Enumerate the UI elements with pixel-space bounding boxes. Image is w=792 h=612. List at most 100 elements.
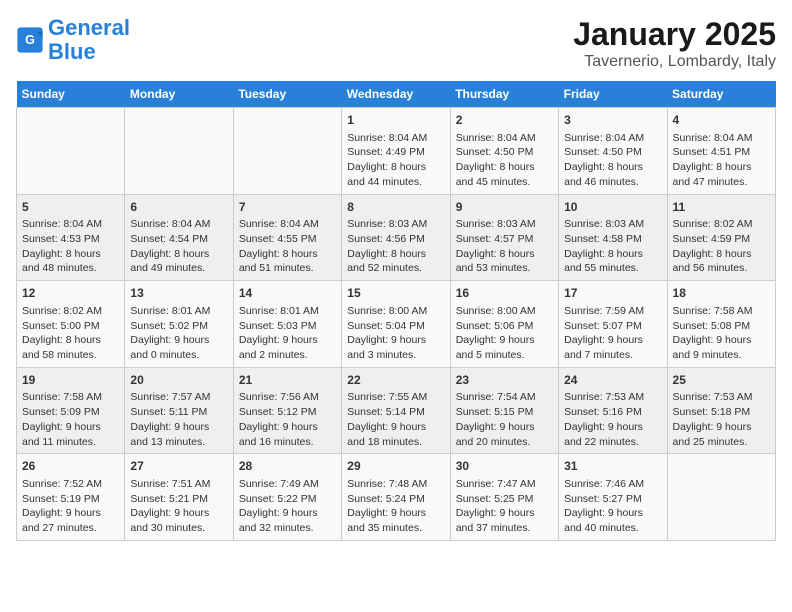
day-info: Sunset: 5:16 PM <box>564 405 661 420</box>
day-number: 7 <box>239 199 336 216</box>
day-info: Daylight: 8 hours and 51 minutes. <box>239 247 336 276</box>
day-info: Daylight: 8 hours and 53 minutes. <box>456 247 553 276</box>
calendar-cell <box>667 454 775 541</box>
calendar-cell: 18Sunrise: 7:58 AMSunset: 5:08 PMDayligh… <box>667 281 775 368</box>
day-info: Daylight: 9 hours and 32 minutes. <box>239 506 336 535</box>
day-info: Sunrise: 7:51 AM <box>130 477 227 492</box>
weekday-header-sunday: Sunday <box>17 81 125 108</box>
calendar-cell: 7Sunrise: 8:04 AMSunset: 4:55 PMDaylight… <box>233 194 341 281</box>
day-info: Sunset: 4:57 PM <box>456 232 553 247</box>
day-info: Daylight: 9 hours and 2 minutes. <box>239 333 336 362</box>
day-info: Sunset: 4:54 PM <box>130 232 227 247</box>
day-number: 21 <box>239 372 336 389</box>
day-info: Daylight: 9 hours and 9 minutes. <box>673 333 770 362</box>
day-info: Daylight: 9 hours and 22 minutes. <box>564 420 661 449</box>
calendar-cell: 10Sunrise: 8:03 AMSunset: 4:58 PMDayligh… <box>559 194 667 281</box>
day-number: 27 <box>130 458 227 475</box>
day-number: 4 <box>673 112 770 129</box>
day-info: Daylight: 9 hours and 11 minutes. <box>22 420 119 449</box>
day-info: Sunset: 5:09 PM <box>22 405 119 420</box>
calendar-cell <box>17 108 125 195</box>
day-info: Sunrise: 7:54 AM <box>456 390 553 405</box>
day-number: 20 <box>130 372 227 389</box>
day-info: Daylight: 9 hours and 7 minutes. <box>564 333 661 362</box>
day-info: Sunrise: 7:49 AM <box>239 477 336 492</box>
day-number: 14 <box>239 285 336 302</box>
day-info: Sunrise: 7:56 AM <box>239 390 336 405</box>
day-info: Daylight: 8 hours and 44 minutes. <box>347 160 444 189</box>
day-info: Daylight: 8 hours and 48 minutes. <box>22 247 119 276</box>
day-info: Sunrise: 8:04 AM <box>347 131 444 146</box>
day-number: 12 <box>22 285 119 302</box>
day-info: Daylight: 9 hours and 16 minutes. <box>239 420 336 449</box>
day-info: Sunrise: 8:00 AM <box>456 304 553 319</box>
day-info: Sunrise: 7:58 AM <box>22 390 119 405</box>
day-info: Sunrise: 8:03 AM <box>347 217 444 232</box>
day-info: Sunset: 4:59 PM <box>673 232 770 247</box>
day-info: Sunset: 5:04 PM <box>347 319 444 334</box>
day-info: Sunset: 5:21 PM <box>130 492 227 507</box>
day-number: 1 <box>347 112 444 129</box>
day-number: 19 <box>22 372 119 389</box>
day-info: Sunrise: 7:46 AM <box>564 477 661 492</box>
calendar-week-row: 26 Sunrise: 7:52 AMSunset: 5:19 PM Dayligh… <box>17 454 776 541</box>
title-area: January 2025 Tavernerio, Lombardy, Italy <box>573 16 776 71</box>
day-info: Daylight: 9 hours and 37 minutes. <box>456 506 553 535</box>
day-info: Sunset: 4:51 PM <box>673 145 770 160</box>
day-info: Sunrise: 8:04 AM <box>130 217 227 232</box>
day-info: Daylight: 8 hours and 58 minutes. <box>22 333 119 362</box>
day-info: Daylight: 8 hours and 49 minutes. <box>130 247 227 276</box>
day-info: Sunrise: 7:52 AM <box>22 477 119 492</box>
calendar-week-row: 5Sunrise: 8:04 AMSunset: 4:53 PMDaylight… <box>17 194 776 281</box>
day-info: Sunset: 5:12 PM <box>239 405 336 420</box>
calendar-cell: 11Sunrise: 8:02 AMSunset: 4:59 PMDayligh… <box>667 194 775 281</box>
calendar-cell: 15Sunrise: 8:00 AMSunset: 5:04 PMDayligh… <box>342 281 450 368</box>
day-info: Sunset: 4:56 PM <box>347 232 444 247</box>
day-info: Sunrise: 8:04 AM <box>456 131 553 146</box>
day-number: 10 <box>564 199 661 216</box>
calendar-cell: 20Sunrise: 7:57 AMSunset: 5:11 PMDayligh… <box>125 367 233 454</box>
calendar-cell: 5Sunrise: 8:04 AMSunset: 4:53 PMDaylight… <box>17 194 125 281</box>
weekday-header-saturday: Saturday <box>667 81 775 108</box>
weekday-header-wednesday: Wednesday <box>342 81 450 108</box>
calendar-cell: 25Sunrise: 7:53 AMSunset: 5:18 PMDayligh… <box>667 367 775 454</box>
calendar-cell <box>125 108 233 195</box>
day-number: 28 <box>239 458 336 475</box>
calendar-cell: 30Sunrise: 7:47 AMSunset: 5:25 PMDayligh… <box>450 454 558 541</box>
logo: G General Blue <box>16 16 130 64</box>
calendar-cell <box>233 108 341 195</box>
calendar-cell: 12 Sunrise: 8:02 AMSunset: 5:00 PMDayligh… <box>17 281 125 368</box>
day-info: Sunset: 4:50 PM <box>564 145 661 160</box>
day-info: Sunrise: 7:57 AM <box>130 390 227 405</box>
day-info: Sunrise: 8:04 AM <box>239 217 336 232</box>
day-info: Sunset: 5:18 PM <box>673 405 770 420</box>
day-info: Sunset: 5:00 PM <box>22 319 119 334</box>
svg-text:G: G <box>25 33 35 47</box>
day-info: Sunset: 5:03 PM <box>239 319 336 334</box>
day-info: Sunrise: 8:04 AM <box>673 131 770 146</box>
calendar-cell: 19Sunrise: 7:58 AMSunset: 5:09 PMDayligh… <box>17 367 125 454</box>
calendar-cell: 28 Sunrise: 7:49 AMSunset: 5:22 PMDayligh… <box>233 454 341 541</box>
day-info: Sunset: 5:08 PM <box>673 319 770 334</box>
day-info: Sunrise: 8:04 AM <box>564 131 661 146</box>
day-info: Sunset: 5:22 PM <box>239 492 336 507</box>
calendar-cell: 14Sunrise: 8:01 AMSunset: 5:03 PMDayligh… <box>233 281 341 368</box>
weekday-header-monday: Monday <box>125 81 233 108</box>
day-number: 16 <box>456 285 553 302</box>
calendar-cell: 1Sunrise: 8:04 AMSunset: 4:49 PMDaylight… <box>342 108 450 195</box>
day-info: Daylight: 9 hours and 30 minutes. <box>130 506 227 535</box>
calendar-cell: 9Sunrise: 8:03 AMSunset: 4:57 PMDaylight… <box>450 194 558 281</box>
day-number: 26 <box>22 458 119 475</box>
day-info: Daylight: 9 hours and 40 minutes. <box>564 506 661 535</box>
calendar-cell: 13Sunrise: 8:01 AMSunset: 5:02 PMDayligh… <box>125 281 233 368</box>
day-number: 6 <box>130 199 227 216</box>
day-info: Sunrise: 8:02 AM <box>22 304 119 319</box>
day-info: Daylight: 9 hours and 18 minutes. <box>347 420 444 449</box>
day-info: Sunrise: 8:03 AM <box>564 217 661 232</box>
calendar-table: SundayMondayTuesdayWednesdayThursdayFrid… <box>16 81 776 541</box>
day-info: Daylight: 8 hours and 46 minutes. <box>564 160 661 189</box>
calendar-cell: 17Sunrise: 7:59 AMSunset: 5:07 PMDayligh… <box>559 281 667 368</box>
calendar-cell: 27 Sunrise: 7:51 AMSunset: 5:21 PMDayligh… <box>125 454 233 541</box>
calendar-cell: 3Sunrise: 8:04 AMSunset: 4:50 PMDaylight… <box>559 108 667 195</box>
day-info: Sunset: 5:19 PM <box>22 492 119 507</box>
